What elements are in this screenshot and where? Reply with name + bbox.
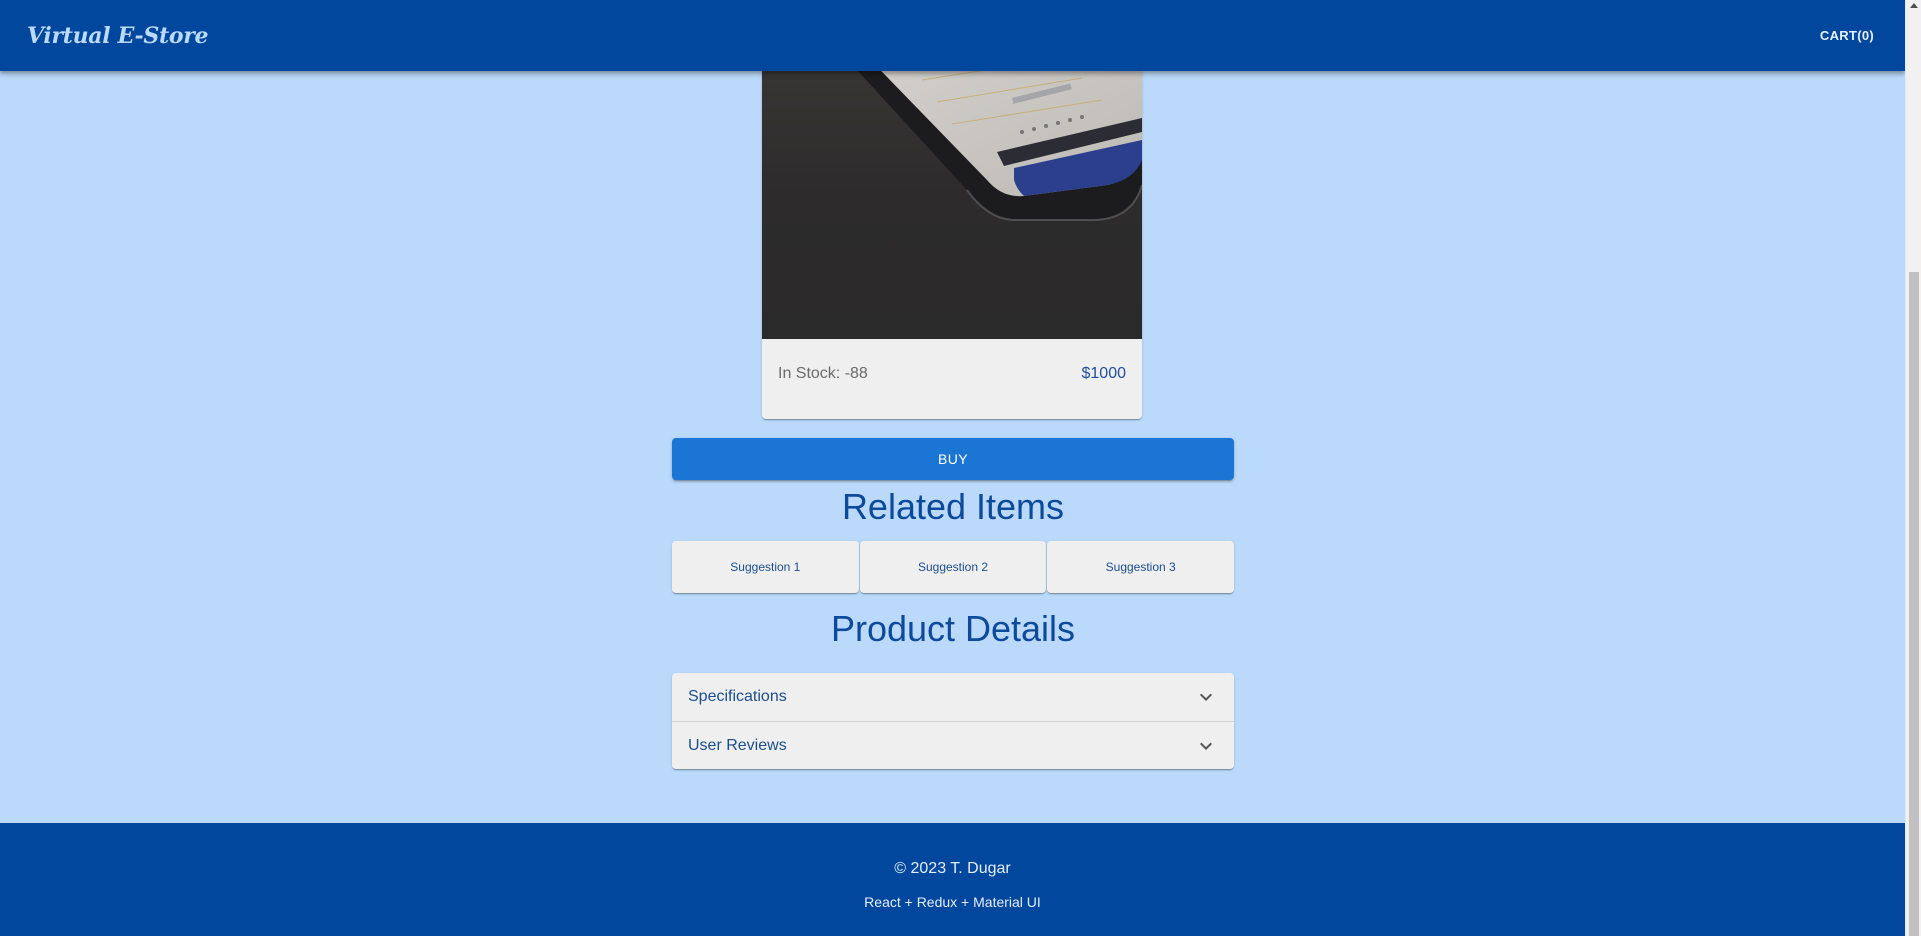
product-price: $1000 (1081, 365, 1127, 382)
stock-status: In Stock: -88 (778, 365, 868, 382)
details-accordion: Specifications User Reviews (672, 673, 1234, 769)
chevron-down-icon[interactable] (1194, 685, 1218, 709)
suggestion-item[interactable]: Suggestion 3 (1047, 541, 1235, 593)
footer: © 2023 T. Dugar React + Redux + Material… (0, 823, 1905, 936)
suggestions-list: Suggestion 1 Suggestion 2 Suggestion 3 (672, 541, 1235, 593)
vertical-scrollbar[interactable] (1905, 0, 1921, 936)
suggestion-item[interactable]: Suggestion 2 (859, 541, 1047, 593)
product-info: In Stock: -88 $1000 (762, 339, 1142, 419)
accordion-user-reviews[interactable]: User Reviews (672, 721, 1234, 769)
page: Virtual E-Store CART(0) In Stock: -88 $1… (0, 0, 1905, 936)
accordion-specifications[interactable]: Specifications (672, 673, 1234, 721)
chevron-down-icon[interactable] (1194, 734, 1218, 758)
cart-button[interactable]: CART(0) (1820, 28, 1874, 43)
related-items-title: Related Items (841, 486, 1065, 527)
scrollbar-thumb[interactable] (1909, 272, 1919, 936)
buy-button[interactable]: BUY (672, 438, 1234, 480)
tech-stack-text: React + Redux + Material UI (864, 894, 1041, 910)
product-details-title: Product Details (830, 608, 1076, 649)
accordion-label: User Reviews (688, 736, 787, 754)
scroll-up-arrow-icon[interactable] (1910, 3, 1918, 8)
copyright-text: © 2023 T. Dugar (894, 860, 1011, 877)
app-bar: Virtual E-Store CART(0) (0, 0, 1905, 71)
brand-logo[interactable]: Virtual E-Store (27, 23, 208, 49)
accordion-label: Specifications (688, 688, 787, 705)
product-card: In Stock: -88 $1000 (762, 20, 1142, 419)
suggestion-item[interactable]: Suggestion 1 (672, 541, 859, 593)
